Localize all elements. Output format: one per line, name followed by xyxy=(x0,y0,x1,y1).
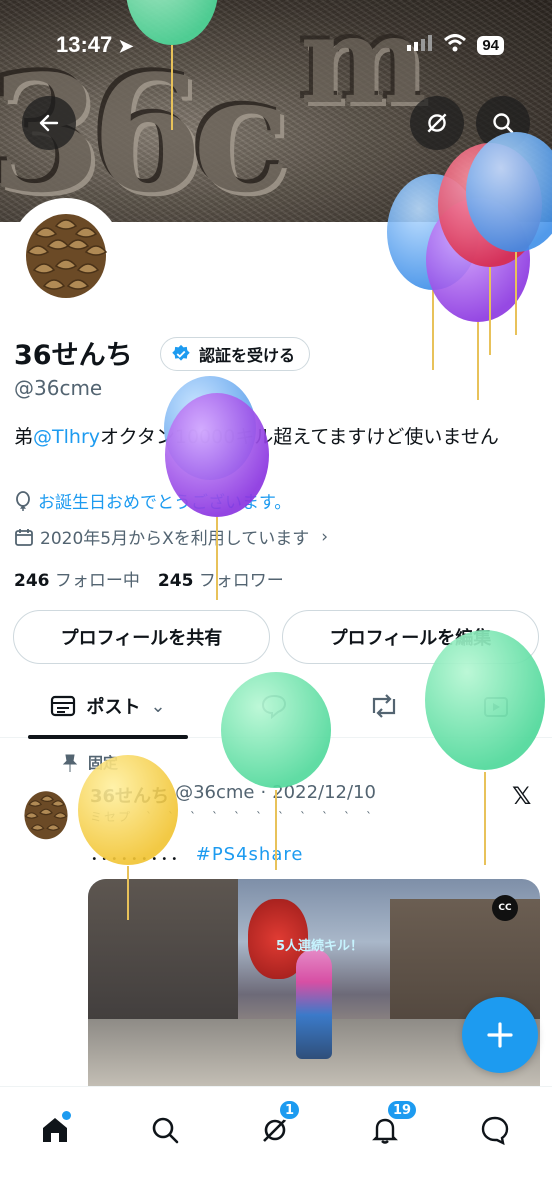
tweet-date[interactable]: 2022/12/10 xyxy=(272,782,376,808)
profile-name: 36せんち xyxy=(14,340,133,371)
get-verified-label: 認証を受ける xyxy=(199,346,296,365)
plus-icon xyxy=(487,1022,513,1048)
pin-icon xyxy=(62,754,78,772)
nav-messages[interactable] xyxy=(470,1105,520,1155)
x-logo-icon: 𝕏 xyxy=(512,782,532,810)
game-character xyxy=(296,949,332,1059)
tweet-author-handle[interactable]: @36cme xyxy=(175,782,254,808)
location-arrow-icon: ➤ xyxy=(118,36,134,56)
joined-row[interactable]: 2020年5月からXを利用しています › xyxy=(14,524,328,549)
balloon-icon xyxy=(16,490,30,511)
search-icon xyxy=(152,1117,179,1144)
repost-icon xyxy=(372,694,396,718)
calendar-icon xyxy=(15,528,33,546)
nav-search[interactable] xyxy=(140,1105,190,1155)
balloon xyxy=(425,630,545,865)
following-link[interactable]: 246 フォロー中 xyxy=(14,566,140,591)
chevron-down-icon: ⌄ xyxy=(150,695,166,717)
captions-button[interactable]: CC xyxy=(492,895,518,921)
status-time: 13:47 ➤ xyxy=(56,32,134,57)
media-caption: 5人連続キル！ xyxy=(276,939,364,954)
share-profile-button[interactable]: プロフィールを共有 xyxy=(13,610,270,664)
tab-reposts[interactable] xyxy=(354,674,414,738)
grok-icon xyxy=(427,113,447,133)
edit-profile-button[interactable]: プロフィールを編集 xyxy=(282,610,539,664)
bio-mention-link[interactable]: @Tlhry xyxy=(33,426,100,448)
hashtag-link[interactable]: #PS4share xyxy=(196,844,304,865)
tweet-dots: ．．．．．．．．． xyxy=(90,844,189,865)
birthday-row: お誕生日おめでとうございます。 xyxy=(14,488,291,513)
grok-badge: 1 xyxy=(278,1099,302,1121)
tweet-header: 36せんち @36cme · 2022/12/10 xyxy=(90,782,376,808)
back-button[interactable] xyxy=(22,96,76,150)
profile-handle: @36cme xyxy=(14,376,103,400)
bio-text: オクタン10000キル超えてますけど使いません xyxy=(100,426,499,448)
wifi-icon xyxy=(443,34,467,56)
verified-badge-icon xyxy=(172,344,190,361)
nav-notifications[interactable]: 19 xyxy=(360,1099,419,1155)
pinecone-image xyxy=(26,214,108,298)
video-icon xyxy=(484,697,508,717)
nav-home[interactable] xyxy=(30,1105,80,1155)
pinecone-image xyxy=(24,791,68,840)
tweet-avatar[interactable] xyxy=(16,784,76,844)
tab-posts-label: ポスト xyxy=(86,697,141,718)
tab-replies[interactable] xyxy=(244,674,304,738)
notifications-badge: 19 xyxy=(386,1099,419,1121)
search-button[interactable] xyxy=(476,96,530,150)
tweet-separator: · xyxy=(260,782,267,803)
battery-indicator: 94 xyxy=(477,35,504,55)
joined-text: 2020年5月からXを利用しています xyxy=(40,529,310,549)
bio-prefix: 弟 xyxy=(14,426,34,448)
bottom-navigation: 1 19 xyxy=(0,1086,552,1200)
compose-button[interactable] xyxy=(462,997,538,1073)
tab-videos[interactable] xyxy=(466,674,526,738)
grok-button[interactable] xyxy=(410,96,464,150)
profile-tabs: ポスト ⌄ xyxy=(0,674,552,739)
posts-icon xyxy=(51,695,76,717)
get-verified-button[interactable]: 認証を受ける xyxy=(160,337,311,371)
tab-posts[interactable]: ポスト ⌄ xyxy=(28,674,188,739)
search-icon xyxy=(493,113,514,134)
balloon xyxy=(426,198,530,400)
home-notification-dot xyxy=(62,1111,71,1120)
profile-bio: 弟@Tlhryオクタン10000キル超えてますけど使いません xyxy=(14,422,544,452)
nav-grok[interactable]: 1 xyxy=(250,1099,302,1155)
pinned-label: 固定 xyxy=(62,752,118,773)
status-bar: 13:47 ➤ 94 xyxy=(0,0,552,90)
follow-counts: 246 フォロー中 245 フォロワー xyxy=(14,566,284,591)
chevron-right-icon: › xyxy=(321,526,329,547)
profile-avatar[interactable] xyxy=(10,198,122,310)
birthday-text: お誕生日おめでとうございます。 xyxy=(38,493,292,513)
tweet-subline: ミセプ ` ` ` ` ` ` ` ` ` ` ` xyxy=(90,810,375,824)
reply-icon xyxy=(261,694,287,719)
signal-icon xyxy=(407,35,433,55)
arrow-left-icon xyxy=(39,114,59,132)
tweet-author-name[interactable]: 36せんち xyxy=(90,782,169,808)
tweet-text: ．．．．．．．．． #PS4share xyxy=(90,840,303,866)
message-icon xyxy=(481,1116,509,1146)
followers-link[interactable]: 245 フォロワー xyxy=(158,566,284,591)
